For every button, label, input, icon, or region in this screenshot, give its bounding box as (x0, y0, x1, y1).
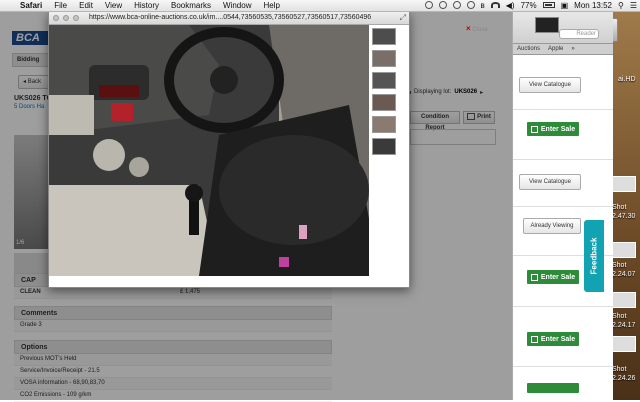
window-minimize-icon[interactable] (63, 15, 69, 21)
enter-icon (531, 274, 538, 281)
tab-thumbnail[interactable] (535, 17, 559, 33)
menu-edit[interactable]: Edit (73, 0, 99, 11)
enter-sale-button[interactable] (527, 383, 579, 393)
notification-center-icon[interactable]: ☰ (627, 1, 640, 10)
desktop-file-label: 2.47.30 (612, 213, 635, 220)
enter-sale-button[interactable]: Enter Sale (527, 332, 579, 346)
large-vehicle-photo[interactable] (49, 25, 369, 276)
status-icon[interactable] (422, 1, 436, 11)
screenshot-file-icon[interactable] (612, 336, 636, 352)
desktop-file-label: Shot (612, 262, 626, 269)
already-viewing-label: Already Viewing (531, 223, 574, 229)
enter-sale-button[interactable]: Enter Sale (527, 122, 579, 136)
expand-icon[interactable]: ⤢ (400, 14, 406, 22)
menu-window[interactable]: Window (217, 0, 257, 11)
menu-app-name[interactable]: Safari (14, 0, 48, 11)
enter-sale-label: Enter Sale (541, 336, 575, 343)
bookmarks-bar: Auctions Apple » (513, 44, 613, 55)
desktop-file-label: Shot (612, 366, 626, 373)
wifi-icon[interactable] (488, 1, 503, 10)
desktop-file-label: 2.24.07 (612, 271, 635, 278)
close-label: Close (472, 27, 487, 33)
menu-help[interactable]: Help (257, 0, 285, 11)
menu-file[interactable]: File (48, 0, 73, 11)
sync-icon[interactable] (436, 1, 450, 11)
feedback-tab[interactable]: Feedback (584, 220, 604, 292)
view-catalogue-button[interactable]: View Catalogue (519, 77, 581, 93)
bookmarks-more-icon[interactable]: » (571, 46, 574, 52)
menu-history[interactable]: History (128, 0, 165, 11)
close-icon: × (466, 24, 471, 33)
flag-icon[interactable]: ▣ (558, 1, 572, 10)
window-close-icon[interactable] (53, 15, 59, 21)
photo-thumbnail[interactable] (372, 94, 396, 111)
close-button[interactable]: × Close (466, 24, 488, 33)
screenshot-file-icon[interactable] (612, 292, 636, 308)
time-machine-icon[interactable] (464, 1, 478, 11)
desktop-file-label: Shot (612, 313, 626, 320)
photo-popup-window[interactable]: https://www.bca-online-auctions.co.uk/im… (48, 11, 410, 288)
divider (513, 306, 613, 307)
photo-thumbnail[interactable] (372, 116, 396, 133)
screenshot-file-icon[interactable] (612, 242, 636, 258)
popup-thumbnail-list (370, 25, 398, 160)
enter-icon (531, 126, 538, 133)
car-interior-image (49, 25, 369, 276)
clock[interactable]: Mon 13:52 (571, 1, 615, 10)
menu-bookmarks[interactable]: Bookmarks (165, 0, 217, 11)
screenshot-file-icon[interactable] (612, 176, 636, 192)
divider (513, 109, 613, 110)
enter-sale-label: Enter Sale (541, 126, 575, 133)
photo-thumbnail[interactable] (372, 28, 396, 45)
window-zoom-icon[interactable] (73, 15, 79, 21)
window-controls (53, 15, 79, 21)
volume-icon[interactable]: ◀) (503, 1, 518, 10)
divider (513, 206, 613, 207)
popup-url: https://www.bca-online-auctions.co.uk/im… (89, 12, 394, 24)
view-catalogue-label: View Catalogue (529, 179, 571, 185)
spotlight-icon[interactable]: ⚲ (615, 1, 627, 10)
enter-icon (531, 336, 538, 343)
reader-button[interactable]: Reader (559, 29, 599, 39)
view-catalogue-button[interactable]: View Catalogue (519, 174, 581, 190)
bookmark-apple[interactable]: Apple (548, 46, 563, 52)
desktop-file-label: Shot (612, 204, 626, 211)
bookmark-auctions[interactable]: Auctions (517, 46, 540, 52)
bluetooth-icon[interactable]: ʙ (478, 1, 488, 10)
desktop-file-label: 2.24.17 (612, 322, 635, 329)
desktop-label: ai.HD (618, 76, 636, 83)
menu-bar: Safari File Edit View History Bookmarks … (0, 0, 640, 12)
info-icon[interactable] (450, 1, 464, 11)
menu-view[interactable]: View (99, 0, 128, 11)
already-viewing-button[interactable]: Already Viewing (523, 218, 581, 234)
divider (513, 366, 613, 367)
popup-title-bar[interactable]: https://www.bca-online-auctions.co.uk/im… (49, 12, 409, 25)
desktop-file-label: 2.24.26 (612, 375, 635, 382)
photo-thumbnail[interactable] (372, 72, 396, 89)
battery-icon[interactable] (540, 1, 558, 10)
battery-percent[interactable]: 77% (518, 1, 540, 10)
view-catalogue-label: View Catalogue (529, 82, 571, 88)
background-toolbar: Reader (513, 11, 613, 44)
enter-sale-button[interactable]: Enter Sale (527, 270, 579, 284)
photo-thumbnail[interactable] (372, 138, 396, 155)
photo-thumbnail[interactable] (372, 50, 396, 67)
status-area: ʙ ◀) 77% ▣ Mon 13:52 ⚲ ☰ (422, 0, 640, 11)
enter-sale-label: Enter Sale (541, 274, 575, 281)
background-browser-window[interactable]: Reader Auctions Apple » View Catalogue E… (512, 11, 613, 400)
feedback-label: Feedback (590, 238, 599, 275)
divider (513, 159, 613, 160)
